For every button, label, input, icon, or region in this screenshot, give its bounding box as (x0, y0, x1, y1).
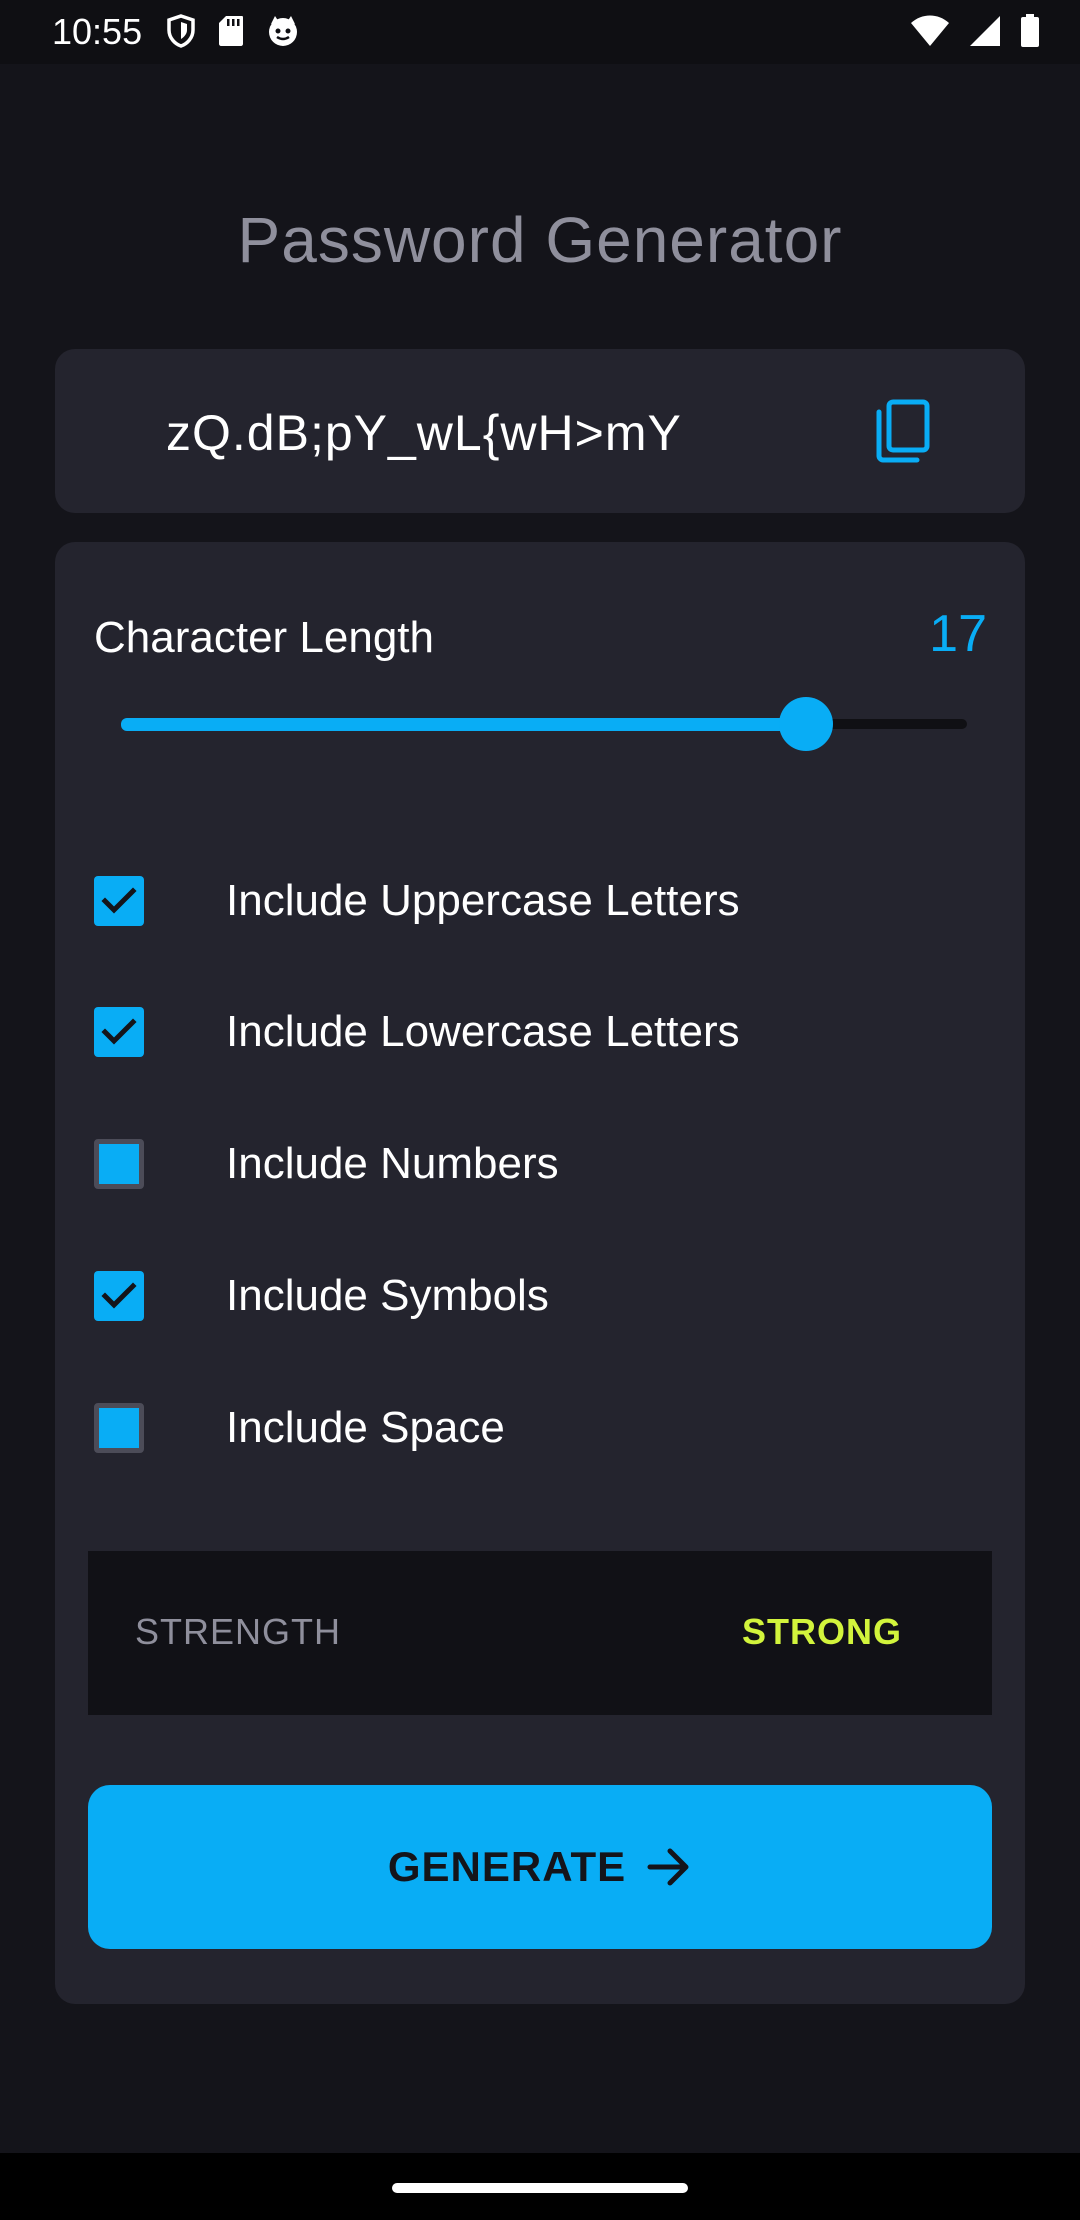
sd-card-icon (218, 15, 244, 52)
shield-icon (166, 14, 196, 53)
uppercase-checkbox[interactable] (94, 876, 144, 926)
cat-icon (266, 14, 300, 53)
space-checkbox[interactable] (94, 1403, 144, 1453)
copy-icon (873, 398, 933, 469)
check-icon (101, 1282, 137, 1309)
option-label: Include Uppercase Letters (226, 876, 740, 925)
option-symbols[interactable]: Include Symbols (94, 1256, 974, 1336)
option-label: Include Lowercase Letters (226, 1007, 740, 1056)
settings-card: Character Length 17 Include Uppercase Le… (55, 542, 1025, 2004)
lowercase-checkbox[interactable] (94, 1007, 144, 1057)
strength-value: STRONG (741, 1611, 902, 1652)
strength-label: STRENGTH (135, 1611, 341, 1652)
password-display-card: zQ.dB;pY_wL{wH>mY (55, 349, 1025, 513)
status-icons-right (910, 14, 1040, 53)
option-space[interactable]: Include Space (94, 1388, 974, 1468)
copy-button[interactable] (867, 397, 939, 469)
signal-icon (968, 15, 1002, 52)
slider-fill (121, 718, 807, 731)
generate-label: GENERATE (387, 1843, 627, 1890)
generate-button[interactable]: GENERATE (88, 1785, 992, 1949)
strength-indicator: STRENGTH STRONG (88, 1551, 992, 1715)
wifi-icon (910, 15, 950, 52)
option-label: Include Space (226, 1403, 505, 1452)
generated-password: zQ.dB;pY_wL{wH>mY (166, 405, 682, 461)
symbols-checkbox[interactable] (94, 1271, 144, 1321)
option-label: Include Numbers (226, 1139, 559, 1188)
slider-thumb[interactable] (779, 697, 834, 751)
page-title: Password Generator (237, 204, 843, 276)
option-lowercase[interactable]: Include Lowercase Letters (94, 992, 974, 1072)
arrow-right-icon (646, 1847, 692, 1887)
length-slider[interactable] (121, 697, 967, 753)
check-icon (101, 1018, 137, 1045)
character-length-value: 17 (929, 605, 987, 663)
status-bar: 10:55 (0, 0, 1080, 64)
option-numbers[interactable]: Include Numbers (94, 1124, 974, 1204)
battery-icon (1020, 14, 1040, 53)
character-length-label: Character Length (94, 613, 434, 662)
numbers-checkbox[interactable] (94, 1139, 144, 1189)
option-label: Include Symbols (226, 1271, 549, 1320)
home-indicator[interactable] (392, 2183, 688, 2193)
status-time: 10:55 (52, 11, 143, 52)
option-uppercase[interactable]: Include Uppercase Letters (94, 861, 974, 941)
status-icons-left (166, 14, 300, 53)
check-icon (101, 887, 137, 914)
navigation-bar (0, 2153, 1080, 2220)
